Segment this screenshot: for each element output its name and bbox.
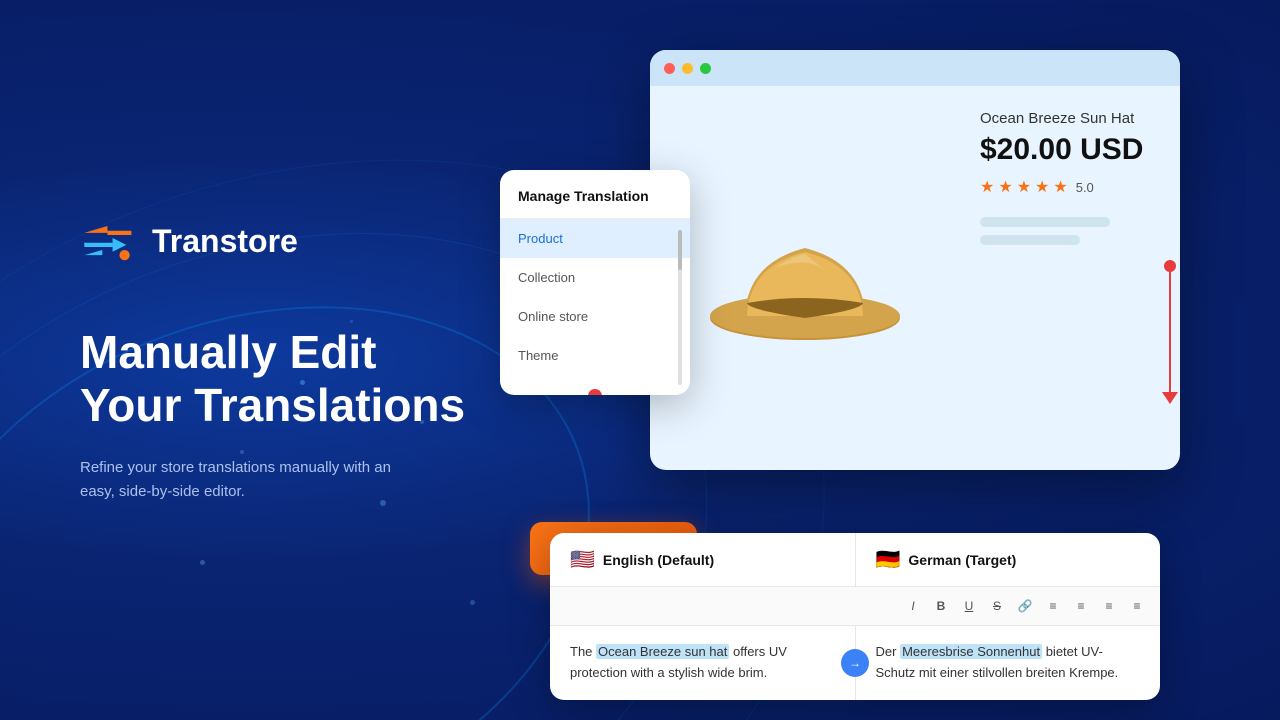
editor-target-text[interactable]: Der Meeresbrise Sonnenhut bietet UV-Schu… [856, 626, 1161, 700]
toolbar-spacer [562, 595, 896, 617]
placeholder-bar-1 [980, 217, 1110, 227]
manage-item-collection[interactable]: Collection [500, 258, 690, 297]
toolbar-justify[interactable]: ≡ [1126, 595, 1148, 617]
editor-body: The Ocean Breeze sun hat offers UV prote… [550, 626, 1160, 700]
manage-item-online-store[interactable]: Online store [500, 297, 690, 336]
browser-dot-yellow [682, 63, 693, 74]
red-line [1169, 272, 1171, 392]
right-arrow [1162, 260, 1178, 404]
toolbar-underline[interactable]: U [958, 595, 980, 617]
toolbar-link[interactable]: 🔗 [1014, 595, 1036, 617]
manage-scrollbar [678, 230, 682, 385]
editor-header: 🇺🇸 English (Default) 🇩🇪 German (Target) [550, 533, 1160, 587]
toolbar-strikethrough[interactable]: S [986, 595, 1008, 617]
star-4: ★ [1035, 177, 1049, 197]
manage-panel-header: Manage Translation [500, 170, 690, 219]
toolbar-align-center[interactable]: ≡ [1070, 595, 1092, 617]
target-text-before: Der [876, 644, 901, 659]
toolbar-align-left[interactable]: ≡ [1042, 595, 1064, 617]
editor-toolbar: I B U S 🔗 ≡ ≡ ≡ ≡ [550, 587, 1160, 626]
source-text-before: The [570, 644, 596, 659]
manage-scrollbar-thumb [678, 230, 682, 270]
logo-text: Transtore [152, 223, 298, 260]
product-price: $20.00 USD [980, 133, 1143, 167]
source-language-col: 🇺🇸 English (Default) [550, 533, 856, 586]
star-2: ★ [998, 177, 1012, 197]
left-panel: Transtore Manually Edit Your Translation… [80, 216, 500, 504]
source-highlighted: Ocean Breeze sun hat [596, 644, 729, 659]
target-highlighted: Meeresbrise Sonnenhut [900, 644, 1042, 659]
manage-translation-panel: Manage Translation Product Collection On… [500, 170, 690, 395]
browser-dot-green [700, 63, 711, 74]
toolbar-italic[interactable]: I [902, 595, 924, 617]
toolbar-bold[interactable]: B [930, 595, 952, 617]
browser-dot-red [664, 63, 675, 74]
hat-svg [705, 198, 905, 358]
toolbar-align-right[interactable]: ≡ [1098, 595, 1120, 617]
red-arrow-down [1162, 392, 1178, 404]
right-panel: Ocean Breeze Sun Hat $20.00 USD ★ ★ ★ ★ … [500, 0, 1200, 720]
browser-window: Ocean Breeze Sun Hat $20.00 USD ★ ★ ★ ★ … [650, 50, 1180, 470]
placeholder-bar-2 [980, 235, 1080, 245]
red-dot-top [1164, 260, 1176, 272]
de-flag: 🇩🇪 [876, 547, 901, 572]
us-flag: 🇺🇸 [570, 547, 595, 572]
star-5: ★ [1053, 177, 1067, 197]
editor-source-text: The Ocean Breeze sun hat offers UV prote… [550, 626, 856, 700]
target-language-col: 🇩🇪 German (Target) [856, 533, 1161, 586]
manage-item-product[interactable]: Product [500, 219, 690, 258]
rating-number: 5.0 [1076, 180, 1094, 195]
logo-icon [80, 216, 140, 266]
headline: Manually Edit Your Translations [80, 326, 500, 432]
manage-item-theme[interactable]: Theme [500, 336, 690, 375]
target-lang-label: German (Target) [908, 552, 1016, 568]
panel-connector-dot [588, 389, 602, 395]
star-3: ★ [1017, 177, 1031, 197]
main-content: Transtore Manually Edit Your Translation… [0, 0, 1280, 720]
product-title: Ocean Breeze Sun Hat [980, 110, 1134, 127]
browser-bar [650, 50, 1180, 86]
hat-image-area [670, 106, 940, 450]
source-lang-label: English (Default) [603, 552, 714, 568]
hero-subtext: Refine your store translations manually … [80, 456, 400, 504]
translation-editor-panel: 🇺🇸 English (Default) 🇩🇪 German (Target) … [550, 533, 1160, 700]
logo: Transtore [80, 216, 500, 266]
between-arrow: → [841, 649, 869, 677]
star-1: ★ [980, 177, 994, 197]
star-rating: ★ ★ ★ ★ ★ 5.0 [980, 177, 1094, 197]
